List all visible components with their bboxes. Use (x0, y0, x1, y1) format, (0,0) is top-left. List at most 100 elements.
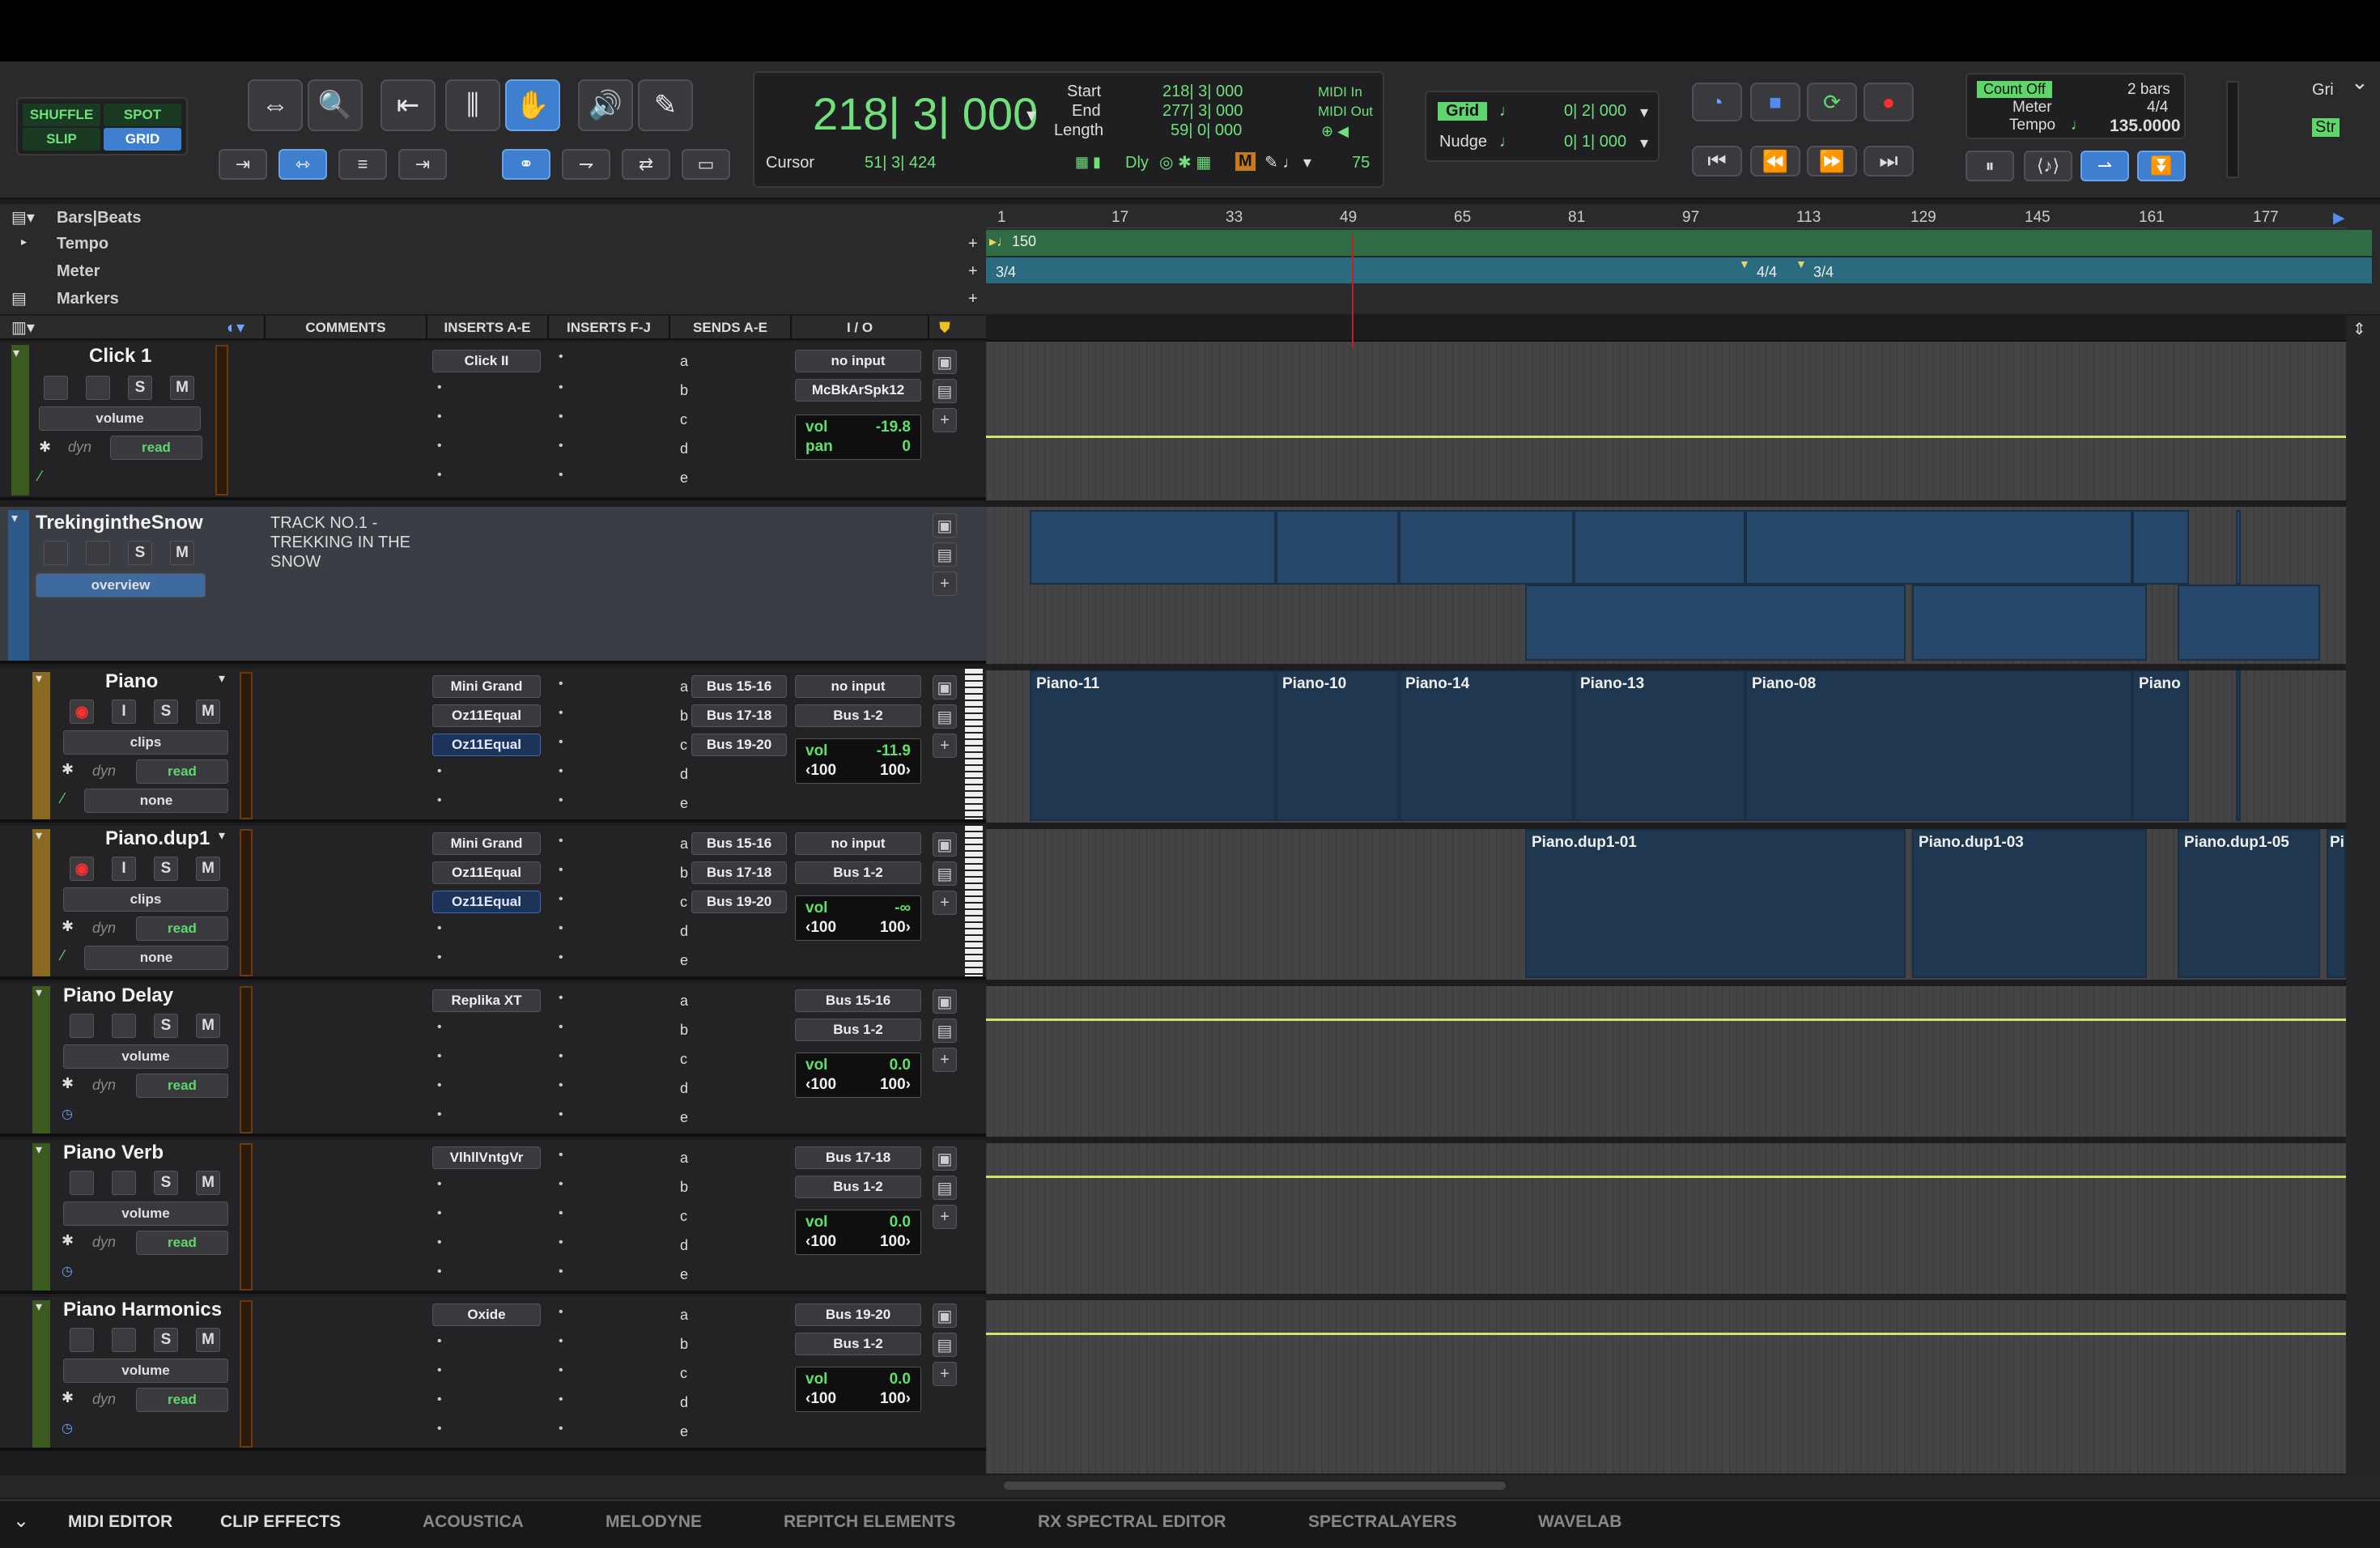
send-a[interactable]: Bus 15-16 (691, 675, 787, 698)
tab-wavelab[interactable]: WAVELAB (1538, 1512, 1621, 1532)
track-view-selector[interactable]: volume (63, 1044, 228, 1069)
tab-rx-spectral-editor[interactable]: RX SPECTRAL EDITOR (1038, 1512, 1226, 1532)
empty-insert[interactable]: • (559, 1363, 563, 1378)
track-input-button[interactable]: I (112, 700, 136, 724)
send-c[interactable]: Bus 19-20 (691, 891, 787, 913)
mini-keyboard[interactable] (965, 669, 983, 819)
pencil-tool-icon[interactable]: ✎ (638, 79, 693, 131)
output-selector[interactable]: McBkArSpk12 (795, 379, 921, 402)
input-selector[interactable]: Bus 19-20 (795, 1303, 921, 1326)
zoomer-tool-icon[interactable]: 🔍 (308, 79, 363, 131)
overview-clip[interactable] (1525, 585, 1906, 661)
overview-clip[interactable] (2132, 510, 2189, 585)
go-to-end-icon[interactable]: ⏭ (1864, 146, 1914, 176)
track-name[interactable]: Piano Verb (63, 1142, 164, 1164)
tempo-marker-icon[interactable]: ▸♩ (989, 233, 1011, 250)
timeline-area[interactable]: Piano-11 Piano-10 Piano-14 Piano-13 Pian… (986, 235, 2346, 1474)
input-selector[interactable]: no input (795, 350, 921, 372)
track-comments-icon[interactable]: ▤ (933, 1176, 957, 1200)
track-record-button[interactable]: ◉ (70, 700, 94, 724)
horizontal-scrollbar[interactable] (0, 1475, 2380, 1498)
track-comments-icon[interactable]: ▤ (933, 861, 957, 886)
empty-insert[interactable]: • (437, 921, 442, 936)
grabber-tool-icon[interactable]: ✋ (505, 79, 560, 131)
track-menu-icon[interactable]: ▾ (219, 670, 225, 687)
track-input-button[interactable] (86, 376, 110, 400)
start-value[interactable]: 218| 3| 000 (1162, 83, 1243, 101)
markers-icon[interactable]: ▤ (11, 288, 27, 308)
add-icon[interactable]: + (933, 1362, 957, 1386)
track-record-button[interactable] (70, 1328, 94, 1352)
automation-mode-selector[interactable]: read (136, 1231, 228, 1255)
output-selector[interactable]: Bus 1-2 (795, 1019, 921, 1041)
collapse-icon[interactable]: ⌄ (13, 1509, 29, 1533)
track-comments-icon[interactable]: ▤ (933, 379, 957, 403)
track-view-selector[interactable]: volume (63, 1359, 228, 1383)
online-icon[interactable]: ◔ (1692, 83, 1742, 121)
track-ins-icon[interactable]: ▣ (933, 989, 957, 1014)
automation-mode-selector[interactable]: read (110, 436, 202, 460)
grid-toggle[interactable]: Grid (1438, 102, 1488, 121)
empty-insert[interactable]: • (437, 1265, 442, 1279)
play-icon[interactable]: ⟳ (1807, 83, 1857, 121)
piano-dup-clip[interactable]: Piano.dup1-01 (1525, 829, 1906, 978)
insert-a[interactable]: Mini Grand (432, 832, 541, 855)
loop-record-icon[interactable]: ⇀ (2080, 151, 2129, 181)
volume-pan-display[interactable]: vol -11.9 ‹100 100› (795, 738, 921, 784)
empty-insert[interactable]: • (437, 793, 442, 808)
tab-acoustica[interactable]: ACOUSTICA (423, 1512, 524, 1532)
click-volume-automation[interactable] (986, 436, 2346, 438)
overview-clip[interactable] (2178, 585, 2320, 661)
track-expand-icon[interactable]: ▾ (36, 985, 42, 1001)
track-input-button[interactable] (86, 541, 110, 565)
empty-insert[interactable]: • (559, 950, 563, 965)
volume-pan-display[interactable]: vol 0.0 ‹100 100› (795, 1210, 921, 1255)
piano-clip[interactable]: Piano (2132, 670, 2189, 821)
output-selector[interactable]: Bus 1-2 (795, 704, 921, 727)
piano-clip[interactable] (2236, 670, 2241, 821)
add-icon[interactable]: + (933, 408, 957, 432)
empty-insert[interactable]: • (437, 764, 442, 779)
track-record-button[interactable] (44, 541, 68, 565)
piano-dup-clip[interactable]: Piano.dup1-05 (2178, 829, 2320, 978)
track-ins-icon[interactable]: ▣ (933, 832, 957, 857)
solo-button[interactable]: S (154, 700, 178, 724)
input-selector[interactable]: no input (795, 832, 921, 855)
track-record-button[interactable]: ◉ (70, 857, 94, 881)
send-a[interactable]: Bus 15-16 (691, 832, 787, 855)
empty-insert[interactable]: • (559, 1305, 563, 1320)
add-tempo-icon[interactable]: + (968, 235, 978, 253)
spot-mode-button[interactable]: SPOT (104, 104, 181, 126)
track-record-button[interactable] (70, 1171, 94, 1195)
track-view-selector[interactable]: volume (39, 406, 201, 431)
add-icon[interactable]: + (933, 734, 957, 758)
empty-insert[interactable]: • (559, 1422, 563, 1436)
insert-b[interactable]: Oz11Equal (432, 861, 541, 884)
empty-insert[interactable]: • (559, 764, 563, 779)
zoom-toggle-icon[interactable]: ⇔ (248, 79, 303, 131)
toolbar-menu-icon[interactable]: ⌄ (2351, 70, 2369, 95)
empty-insert[interactable]: • (559, 991, 563, 1006)
track-record-button[interactable] (44, 376, 68, 400)
edit-icon[interactable]: ⁄ (39, 468, 41, 485)
grid-value[interactable]: 0| 2| 000 (1564, 102, 1626, 121)
insert-b[interactable]: Oz11Equal (432, 704, 541, 727)
link-zoom-icon[interactable]: ⇥ (398, 149, 447, 180)
track-view-selector[interactable]: clips (63, 730, 228, 755)
empty-insert[interactable]: • (559, 1393, 563, 1407)
piano-dup-clip[interactable]: Pi (2327, 829, 2346, 978)
input-selector[interactable]: Bus 15-16 (795, 989, 921, 1012)
mirror-midi-icon[interactable]: ⇄ (622, 149, 670, 180)
output-selector[interactable]: Bus 1-2 (795, 1176, 921, 1198)
track-ins-icon[interactable]: ▣ (933, 350, 957, 374)
freeze-icon[interactable]: ✱ (62, 1232, 74, 1249)
delay-volume-automation[interactable] (986, 1019, 2346, 1021)
empty-insert[interactable]: • (437, 1393, 442, 1407)
track-expand-icon[interactable]: ▾ (36, 1142, 42, 1158)
freeze-icon[interactable]: ✱ (62, 1075, 74, 1092)
overview-clip[interactable] (1574, 510, 1745, 585)
list-zoom-icon[interactable]: ≡ (338, 149, 387, 180)
overview-clip[interactable] (1276, 510, 1399, 585)
empty-insert[interactable]: • (559, 1265, 563, 1279)
end-value[interactable]: 277| 3| 000 (1162, 102, 1243, 121)
